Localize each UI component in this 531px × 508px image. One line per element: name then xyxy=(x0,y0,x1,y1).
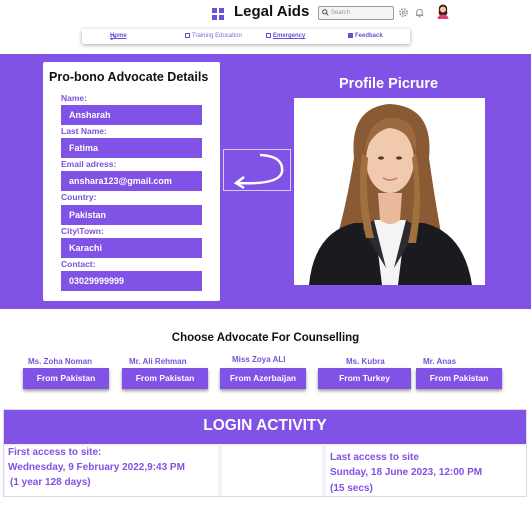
nav-item-feedback[interactable]: Feedback xyxy=(348,31,383,42)
city-label: City\Town: xyxy=(61,226,104,236)
advocate-name: Ms. Kubra xyxy=(346,357,385,366)
swap-arrow-button[interactable] xyxy=(223,149,291,191)
counselling-title: Choose Advocate For Counselling xyxy=(171,332,360,344)
user-avatar-icon[interactable] xyxy=(436,3,450,19)
first-access-date: Wednesday, 9 February 2022,9:43 PM xyxy=(8,462,185,473)
book-icon xyxy=(185,32,190,38)
feedback-icon xyxy=(348,32,353,38)
play-icon xyxy=(111,34,116,40)
last-access-ago: (15 secs) xyxy=(330,483,373,494)
contact-label: Contact: xyxy=(61,259,96,269)
logo-icon xyxy=(212,8,224,20)
advocate-button[interactable]: From Pakistan xyxy=(122,368,208,389)
country-field[interactable]: Pakistan xyxy=(61,205,202,225)
empty-cell xyxy=(222,446,322,496)
last-access-heading: Last access to site xyxy=(330,452,419,463)
profile-picture xyxy=(294,98,485,285)
search-icon xyxy=(322,9,329,16)
advocate-name: Mr. Anas xyxy=(423,357,457,366)
advocate-button[interactable]: From Pakistan xyxy=(416,368,502,389)
email-label: Email adress: xyxy=(61,159,117,169)
advocate-name: Ms. Zoha Noman xyxy=(28,357,93,366)
advocate-name: Mr. Ali Rehman xyxy=(129,357,187,366)
contact-field[interactable]: 03029999999 xyxy=(61,271,202,291)
login-activity-title: LOGIN ACTIVITY xyxy=(4,410,526,444)
nav-item-training[interactable]: Training Education xyxy=(185,31,242,42)
country-label: Country: xyxy=(61,192,97,202)
gear-icon[interactable] xyxy=(398,7,409,18)
app-title: Legal Aids xyxy=(234,3,310,20)
advocate-button[interactable]: From Azerbaijan xyxy=(220,368,306,389)
first-access-heading: First access to site: xyxy=(8,447,102,458)
advocate-name: Miss Zoya ALI xyxy=(232,355,286,364)
emergency-icon xyxy=(266,32,271,38)
login-activity-panel: LOGIN ACTIVITY First access to site: Wed… xyxy=(3,409,527,497)
last-name-field[interactable]: Fatima xyxy=(61,138,202,158)
nav-bar: Home Training Education Emergency Feedba… xyxy=(82,29,410,44)
email-field[interactable]: anshara123@gmail.com xyxy=(61,171,202,191)
advocate-button[interactable]: From Turkey xyxy=(318,368,411,389)
first-access-ago: (1 year 128 days) xyxy=(10,477,91,488)
bell-icon[interactable] xyxy=(414,7,425,18)
card-title: Pro-bono Advocate Details xyxy=(49,70,209,84)
last-access-date: Sunday, 18 June 2023, 12:00 PM xyxy=(330,467,483,478)
header: Legal Aids Search Home Training Educatio… xyxy=(0,0,531,54)
advocate-details-card: Pro-bono Advocate Details Name: Ansharah… xyxy=(43,62,220,301)
profile-title: Profile Picrure xyxy=(339,76,439,92)
last-name-label: Last Name: xyxy=(61,126,107,136)
name-field[interactable]: Ansharah xyxy=(61,105,202,125)
name-label: Name: xyxy=(61,93,87,103)
return-arrow-icon xyxy=(233,153,284,190)
advocate-button[interactable]: From Pakistan xyxy=(23,368,109,389)
search-placeholder: Search xyxy=(331,10,351,16)
search-input[interactable]: Search xyxy=(318,6,394,20)
nav-item-emergency[interactable]: Emergency xyxy=(266,31,305,42)
city-field[interactable]: Karachi xyxy=(61,238,202,258)
